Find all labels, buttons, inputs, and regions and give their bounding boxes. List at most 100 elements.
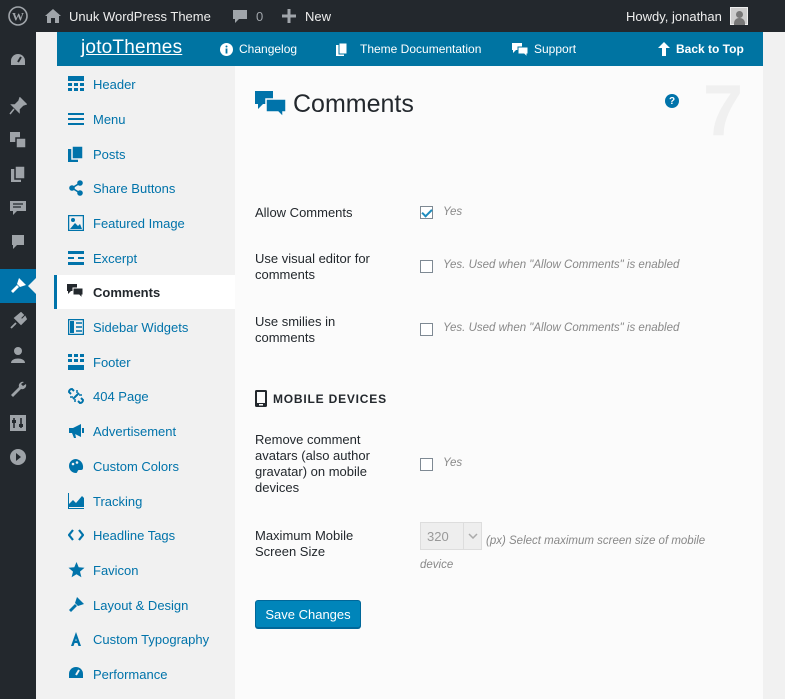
visual-editor-label: Use visual editor for comments: [255, 251, 370, 282]
visual-editor-desc: Yes. Used when "Allow Comments" is enabl…: [443, 259, 680, 271]
plugins-icon[interactable]: [0, 304, 36, 338]
info-icon: [220, 42, 233, 56]
nav-label: Advertisement: [93, 423, 177, 439]
new-content-link[interactable]: New: [282, 0, 331, 32]
theme-documentation-link[interactable]: Theme Documentation: [336, 32, 481, 66]
nav-item-excerpt[interactable]: Excerpt: [57, 241, 235, 275]
support-link[interactable]: Support: [512, 32, 576, 66]
nav-item-404-page[interactable]: 404 Page: [57, 379, 235, 413]
theme-top-bar: jotoThemes Changelog Theme Documentation…: [57, 32, 763, 66]
megaphone-icon: [67, 422, 85, 440]
options-nav: Header Menu Posts Share Buttons Featured…: [54, 66, 235, 699]
allow-comments-desc: Yes: [443, 206, 463, 218]
collapse-icon[interactable]: [0, 440, 36, 474]
allow-comments-checkbox[interactable]: [420, 206, 433, 219]
wordpress-logo-icon[interactable]: W: [8, 0, 28, 32]
dashboard-icon[interactable]: [0, 44, 36, 78]
admin-bar: W Unuk WordPress Theme 0 New Howdy, jona…: [0, 0, 785, 32]
max-mobile-desc: (px) Select maximum screen size of mobil…: [420, 535, 706, 571]
remove-avatars-desc: Yes: [443, 457, 463, 469]
nav-label: Tracking: [93, 493, 143, 509]
nav-item-sidebar-widgets[interactable]: Sidebar Widgets: [57, 310, 235, 344]
section-number: 7: [703, 71, 744, 151]
nav-label: Excerpt: [93, 250, 138, 266]
smilies-desc: Yes. Used when "Allow Comments" is enabl…: [443, 322, 680, 334]
help-icon[interactable]: ?: [665, 94, 679, 108]
max-mobile-label: Maximum Mobile Screen Size: [255, 528, 354, 559]
dashboard-icon: [67, 665, 85, 683]
nav-item-menu[interactable]: Menu: [57, 102, 235, 136]
nav-label: Comments: [93, 284, 161, 300]
site-link[interactable]: Unuk WordPress Theme: [44, 0, 211, 32]
nav-label: 404 Page: [93, 388, 149, 404]
nav-item-custom-colors[interactable]: Custom Colors: [57, 449, 235, 483]
footer-icon: [67, 353, 85, 371]
broken-link-icon: [67, 387, 85, 405]
tools-icon[interactable]: [0, 372, 36, 406]
comments-link[interactable]: 0: [231, 0, 263, 32]
svg-text:W: W: [12, 10, 24, 24]
page-title-text: Comments: [293, 90, 414, 118]
greeting: Howdy, jonathan: [626, 8, 722, 24]
arrow-up-icon: [658, 42, 670, 56]
chart-icon: [67, 492, 85, 510]
documents-icon: [336, 42, 348, 56]
star-icon: [67, 561, 85, 579]
page-title: Comments: [255, 90, 414, 119]
users-icon[interactable]: [0, 338, 36, 372]
sidebar-icon: [67, 318, 85, 336]
nav-item-posts[interactable]: Posts: [57, 137, 235, 171]
comments-icon[interactable]: [0, 191, 36, 225]
changelog-label: Changelog: [239, 42, 298, 56]
my-account[interactable]: Howdy, jonathan: [626, 0, 748, 32]
nav-label: Posts: [93, 146, 126, 162]
allow-comments-label: Allow Comments: [255, 205, 353, 220]
nav-item-tracking[interactable]: Tracking: [57, 484, 235, 518]
back-to-top-link[interactable]: Back to Top: [658, 32, 744, 66]
nav-item-performance[interactable]: Performance: [57, 657, 235, 691]
support-label: Support: [534, 42, 577, 56]
nav-item-headline-tags[interactable]: Headline Tags: [57, 518, 235, 552]
nav-label: Custom Typography: [93, 631, 210, 647]
back-to-top-label: Back to Top: [676, 42, 744, 56]
share-icon: [67, 179, 85, 197]
admin-menu: [0, 32, 36, 699]
nav-item-share-buttons[interactable]: Share Buttons: [57, 171, 235, 205]
comments-count: 0: [256, 8, 264, 24]
jotothemes-logo[interactable]: jotoThemes: [81, 37, 182, 59]
nav-item-header[interactable]: Header: [57, 67, 235, 101]
settings-content: 7 Comments ? Allow Comments Yes Use visu…: [235, 66, 763, 699]
smilies-checkbox[interactable]: [420, 323, 433, 336]
nav-item-custom-typography[interactable]: Custom Typography: [57, 622, 235, 656]
settings-icon[interactable]: [0, 406, 36, 440]
site-name: Unuk WordPress Theme: [69, 8, 211, 24]
menu-icon: [67, 110, 85, 128]
visual-editor-checkbox[interactable]: [420, 260, 433, 273]
nav-label: Header: [93, 76, 136, 92]
media-icon[interactable]: [0, 123, 36, 157]
plus-icon: [282, 9, 296, 23]
pin-icon[interactable]: [0, 89, 36, 123]
smilies-label: Use smilies in comments: [255, 314, 336, 345]
pages-icon[interactable]: [0, 157, 36, 191]
nav-item-advertisement[interactable]: Advertisement: [57, 414, 235, 448]
nav-label: Menu: [93, 111, 126, 127]
brush-icon: [67, 596, 85, 614]
nav-label: Performance: [93, 666, 168, 682]
nav-label: Headline Tags: [93, 527, 176, 543]
appearance-icon[interactable]: [0, 269, 36, 303]
typography-icon: [67, 630, 85, 648]
nav-item-favicon[interactable]: Favicon: [57, 553, 235, 587]
nav-item-layout-design[interactable]: Layout & Design: [57, 588, 235, 622]
nav-label: Featured Image: [93, 215, 185, 231]
changelog-link[interactable]: Changelog: [220, 32, 297, 66]
nav-item-comments[interactable]: Comments: [54, 275, 235, 309]
feedback-icon[interactable]: [0, 225, 36, 259]
nav-label: Sidebar Widgets: [93, 319, 189, 335]
nav-label: Custom Colors: [93, 458, 179, 474]
save-changes-button[interactable]: Save Changes: [255, 600, 361, 628]
remove-avatars-checkbox[interactable]: [420, 458, 433, 471]
remove-avatars-label: Remove comment avatars (also author grav…: [255, 432, 370, 495]
nav-item-footer[interactable]: Footer: [57, 345, 235, 379]
nav-item-featured-image[interactable]: Featured Image: [57, 206, 235, 240]
